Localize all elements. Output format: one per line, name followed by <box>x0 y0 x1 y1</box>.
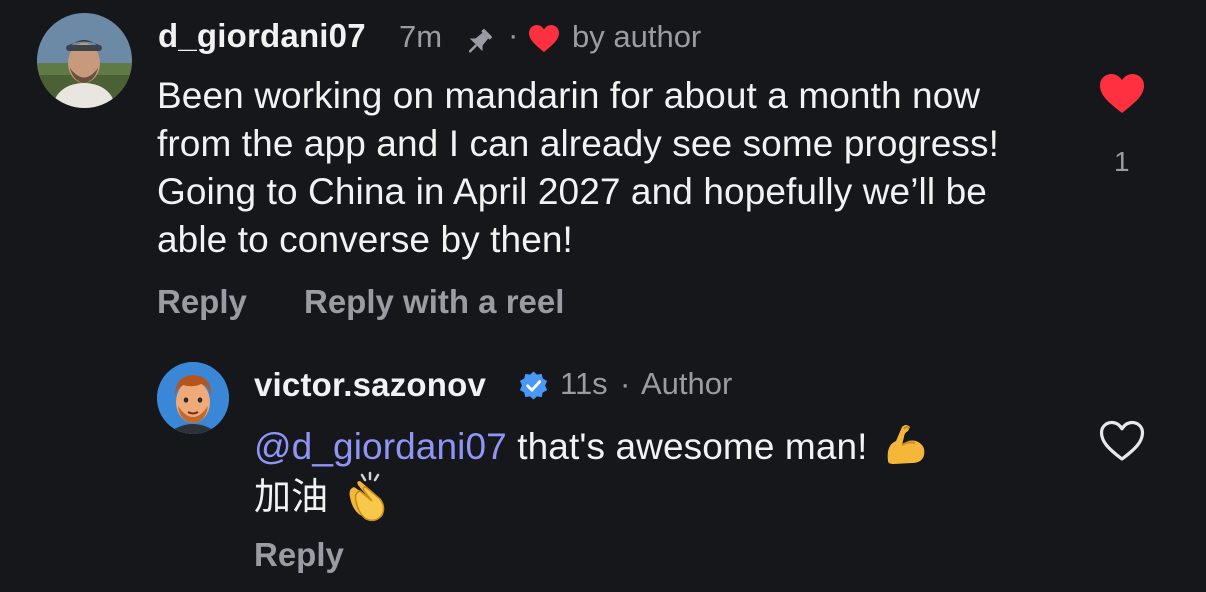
comment-timestamp: 7m <box>399 19 443 54</box>
avatar[interactable] <box>37 13 132 108</box>
separator-dot: · <box>508 17 519 52</box>
verified-badge-icon <box>518 370 549 401</box>
avatar-illustration <box>157 362 229 434</box>
comment-text: Been working on mandarin for about a mon… <box>157 75 999 260</box>
flexed-biceps-emoji-icon <box>882 421 930 467</box>
reply-avatar[interactable] <box>157 362 229 434</box>
author-label: Author <box>641 366 733 401</box>
reply-timestamp: 11s <box>560 366 608 401</box>
like-heart-outline-icon[interactable] <box>1098 419 1146 463</box>
reply-button[interactable]: Reply <box>254 536 344 574</box>
like-count[interactable]: 1 <box>1114 146 1130 178</box>
mention-link[interactable]: @d_giordani07 <box>254 426 507 467</box>
heart-icon <box>528 24 560 54</box>
like-heart-icon[interactable] <box>1098 72 1146 116</box>
clapping-hands-emoji-icon <box>340 471 392 523</box>
pin-icon <box>462 25 496 59</box>
reply-text-content: that's awesome man! <box>506 426 868 467</box>
comment-username[interactable]: d_giordani07 <box>158 17 366 55</box>
avatar-photo <box>37 13 132 108</box>
reply-button[interactable]: Reply <box>157 283 247 321</box>
reply-with-reel-button[interactable]: Reply with a reel <box>304 283 564 321</box>
reply-text: @d_giordani07 that's awesome man! 加油 <box>254 421 1054 523</box>
separator-dot: · <box>620 366 631 401</box>
reply-text-line2: 加油 <box>254 476 329 517</box>
reply-username[interactable]: victor.sazonov <box>254 366 486 404</box>
liked-by-author-label: by author <box>572 19 702 54</box>
